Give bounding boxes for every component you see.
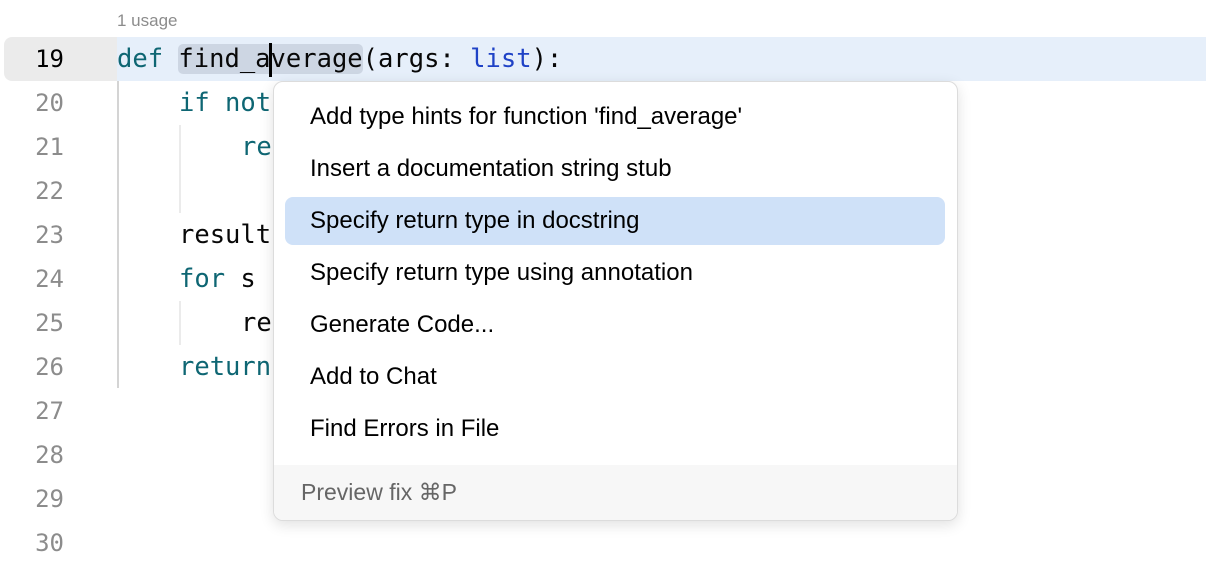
line-number: 22 <box>35 177 64 205</box>
line-number: 24 <box>35 265 64 293</box>
preview-fix-footer[interactable]: Preview fix ⌘P <box>274 465 957 520</box>
selected-identifier: find_average <box>178 43 363 77</box>
usage-hint[interactable]: 1 usage <box>117 11 178 31</box>
indent-guide <box>179 125 181 213</box>
line-number: 26 <box>35 353 64 381</box>
code-line-21[interactable]: re <box>241 125 272 169</box>
code-line-26[interactable]: return <box>179 345 271 389</box>
menu-item-add-type-hints[interactable]: Add type hints for function 'find_averag… <box>285 93 945 141</box>
menu-item-return-type-docstring[interactable]: Specify return type in docstring <box>285 197 945 245</box>
menu-item-add-to-chat[interactable]: Add to Chat <box>285 353 945 401</box>
line-number: 29 <box>35 485 64 513</box>
menu-item-insert-docstring-stub[interactable]: Insert a documentation string stub <box>285 145 945 193</box>
intention-actions-popup: Add type hints for function 'find_averag… <box>273 81 958 521</box>
code-line-19[interactable]: def find_average(args: list): <box>117 37 562 81</box>
line-number: 20 <box>35 89 64 117</box>
identifier-part: find_a <box>178 44 271 74</box>
indent-guide <box>179 301 181 345</box>
menu-item-generate-code[interactable]: Generate Code... <box>285 301 945 349</box>
code-line-25[interactable]: re <box>241 301 272 345</box>
line-number: 28 <box>35 441 64 469</box>
line-number: 30 <box>35 529 64 557</box>
identifier-part: verage <box>270 44 363 74</box>
line-number: 25 <box>35 309 64 337</box>
line-number: 19 <box>35 45 64 73</box>
keyword: for <box>179 264 226 294</box>
code-text: ): <box>531 44 563 74</box>
menu-item-return-type-annotation[interactable]: Specify return type using annotation <box>285 249 945 297</box>
code-text: s <box>225 264 256 294</box>
indent-guide <box>117 81 119 388</box>
menu-item-find-errors[interactable]: Find Errors in File <box>285 405 945 453</box>
line-number: 23 <box>35 221 64 249</box>
keyword: def <box>117 44 164 74</box>
line-number: 21 <box>35 133 64 161</box>
code-text: (args: <box>362 44 471 74</box>
builtin-type: list <box>470 44 532 74</box>
code-line-24[interactable]: for s <box>179 257 256 301</box>
line-number: 27 <box>35 397 64 425</box>
code-line-20[interactable]: if not <box>179 81 271 125</box>
code-line-23[interactable]: result <box>179 213 271 257</box>
